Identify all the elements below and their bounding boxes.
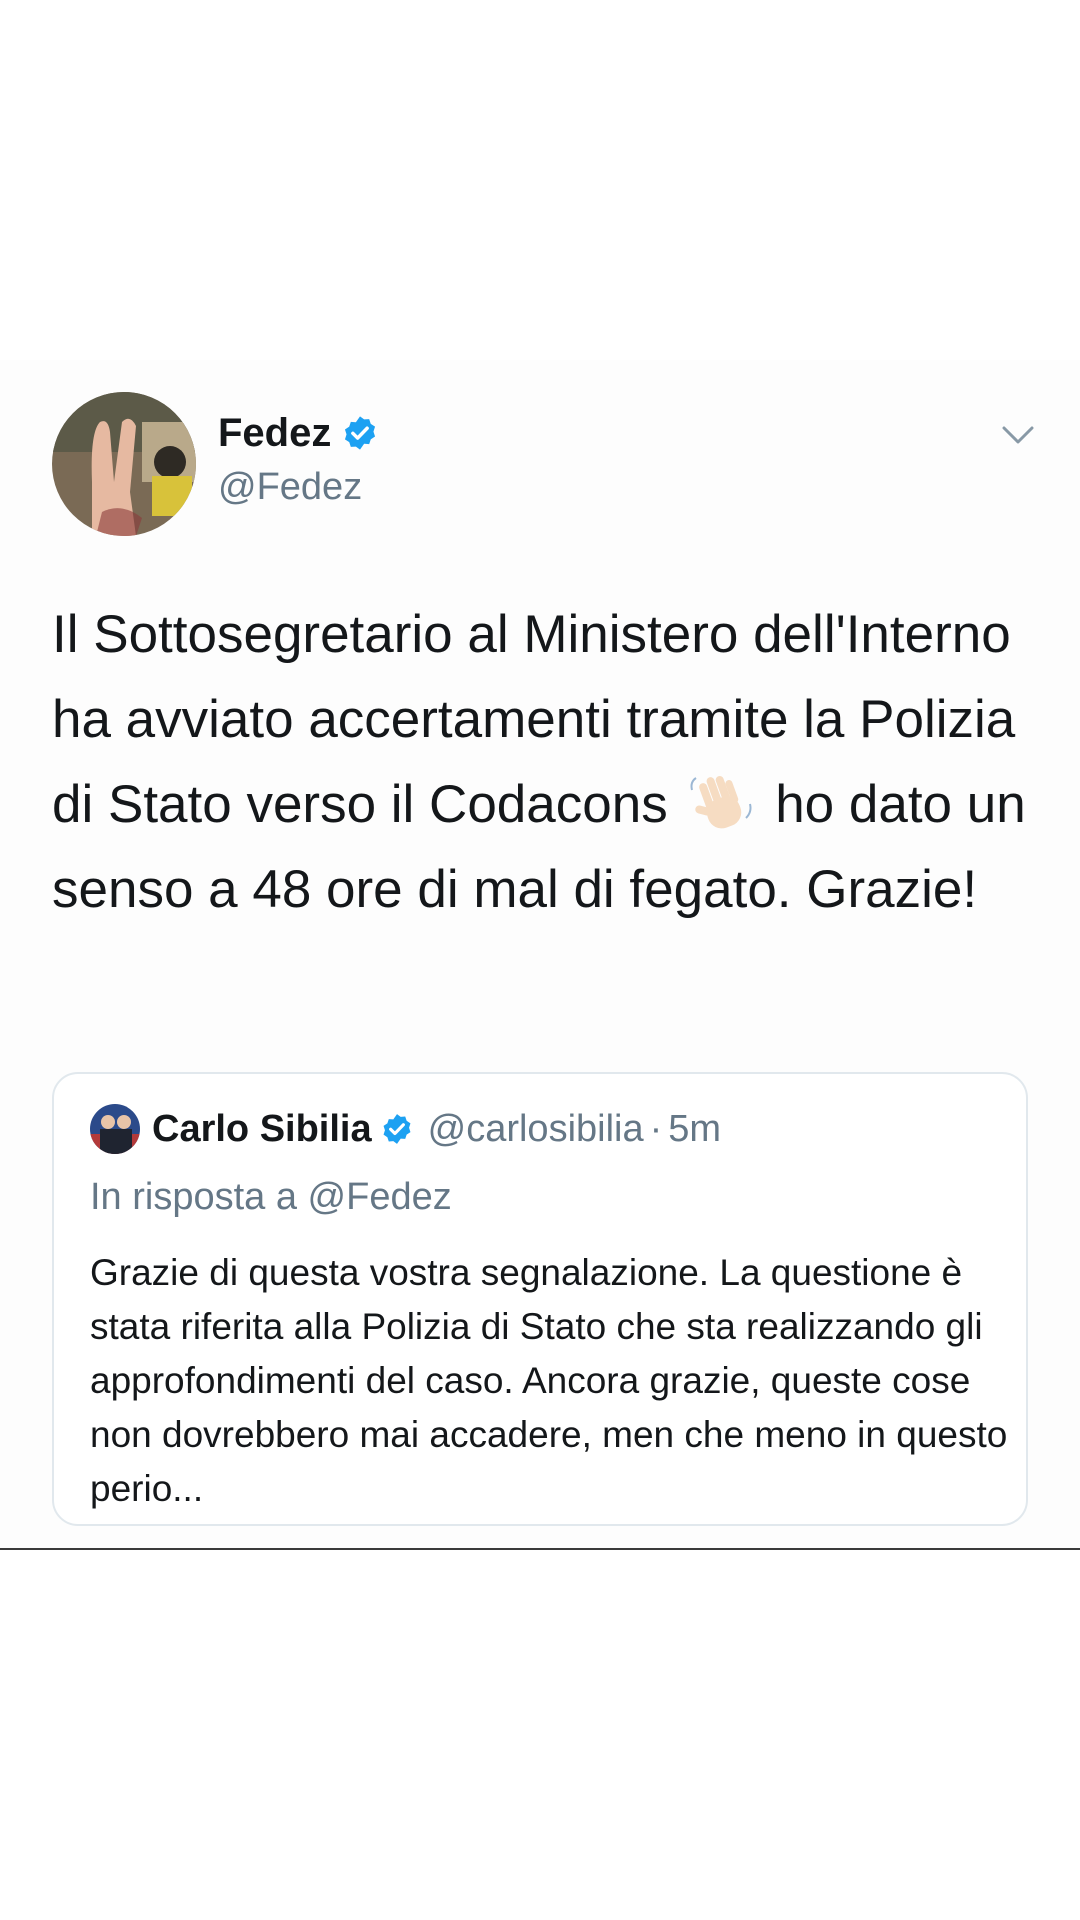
verified-badge-icon <box>345 416 376 450</box>
chevron-down-icon[interactable] <box>998 420 1038 450</box>
author-name[interactable]: Fedez <box>218 408 331 458</box>
author-avatar[interactable] <box>52 392 196 536</box>
quoted-author-handle[interactable]: @carlosibilia <box>428 1108 644 1151</box>
waving-hand-emoji-icon <box>690 775 752 829</box>
author-name-row: Fedez <box>218 408 379 458</box>
tweet-text: Il Sottosegretario al Ministero dell'Int… <box>52 592 1042 932</box>
tweet-card[interactable]: Fedez @Fedez Il Sottosegretario al Minis… <box>0 360 1080 1548</box>
quoted-tweet[interactable]: Carlo Sibilia @carlosibilia · 5m In risp… <box>52 1072 1028 1526</box>
quoted-tweet-text: Grazie di questa vostra segnalazione. La… <box>90 1252 1008 1509</box>
verified-badge-icon <box>383 1114 411 1144</box>
quoted-author-name[interactable]: Carlo Sibilia <box>152 1108 372 1151</box>
author-handle[interactable]: @Fedez <box>218 464 362 510</box>
screen: Fedez @Fedez Il Sottosegretario al Minis… <box>0 0 1080 1920</box>
divider <box>0 1548 1080 1550</box>
quoted-timestamp[interactable]: 5m <box>668 1108 721 1151</box>
reply-to-label[interactable]: In risposta a @Fedez <box>90 1174 452 1220</box>
separator-dot: · <box>649 1107 663 1150</box>
quoted-tweet-header: Carlo Sibilia @carlosibilia · 5m <box>90 1104 721 1154</box>
quoted-author-avatar[interactable] <box>90 1104 140 1154</box>
